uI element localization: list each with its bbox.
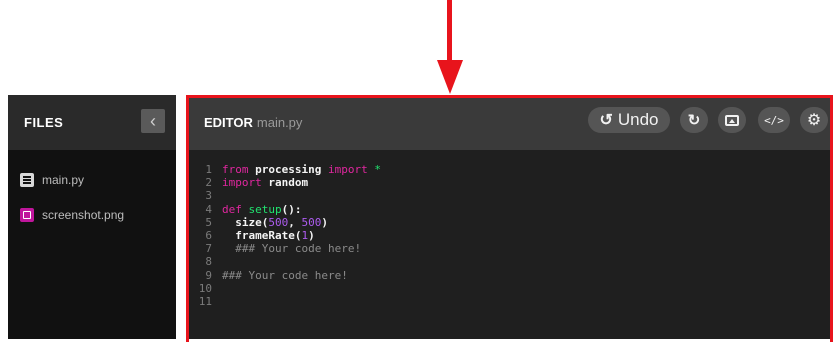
file-item-screenshot-png[interactable]: screenshot.png — [20, 205, 124, 225]
file-name: screenshot.png — [42, 208, 125, 222]
file-name: main.py — [42, 173, 85, 187]
image-file-icon — [20, 208, 34, 222]
collapse-files-button[interactable]: ‹ — [141, 109, 165, 133]
file-item-main-py[interactable]: main.py — [20, 170, 84, 190]
files-header: FILES ‹ — [8, 95, 176, 150]
files-title: FILES — [24, 115, 64, 130]
annotation-arrow-head — [437, 60, 463, 94]
files-panel: FILES ‹ main.py screenshot.png — [8, 95, 176, 339]
annotation-highlight-frame — [186, 95, 833, 342]
python-file-icon — [20, 173, 34, 187]
annotation-arrow-shaft — [447, 0, 452, 62]
chevron-left-icon: ‹ — [150, 111, 156, 131]
